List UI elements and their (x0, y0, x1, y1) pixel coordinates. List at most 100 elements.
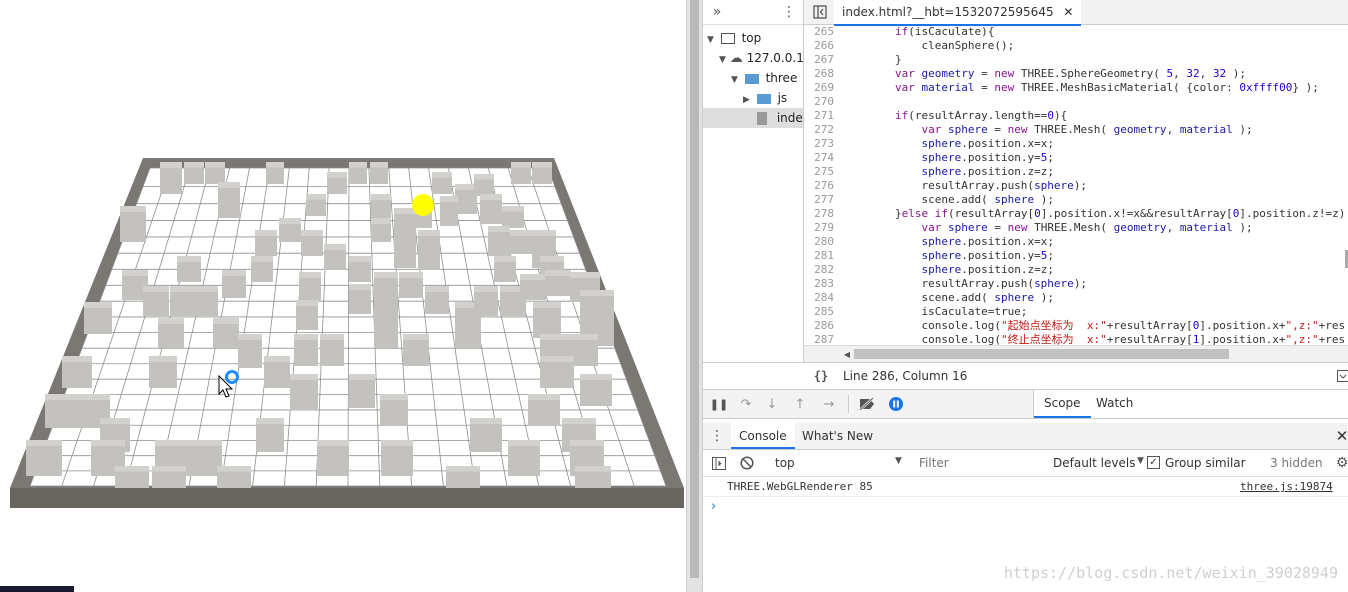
toolbar-divider (848, 395, 849, 413)
obstacle-block-top (205, 162, 225, 168)
message-source-link[interactable]: three.js:19874 (1240, 478, 1333, 496)
line-number[interactable]: 278 (804, 207, 834, 221)
split-scrollbar[interactable] (686, 0, 703, 592)
editor-tabbar: index.html?__hbt=1532072595645 ✕ (804, 0, 1348, 26)
line-number[interactable]: 268 (804, 67, 834, 81)
code-line: 268 var geometry = new THREE.SphereGeome… (804, 67, 1348, 81)
obstacle-block-top (580, 374, 612, 380)
code-line: 265 if(isCaculate){ (804, 25, 1348, 39)
line-text: if(resultArray.length==0){ (894, 109, 1068, 122)
line-number[interactable]: 284 (804, 291, 834, 305)
tab-scope[interactable]: Scope (1034, 390, 1091, 418)
code-area[interactable]: 265 if(isCaculate){266 cleanSphere(); 267… (804, 25, 1348, 345)
line-number[interactable]: 279 (804, 221, 834, 235)
watermark: https://blog.csdn.net/weixin_39028949 (1003, 564, 1338, 582)
line-number[interactable]: 265 (804, 25, 834, 39)
more-tabs-icon[interactable]: » (709, 2, 725, 22)
tab-whats-new[interactable]: What's New (802, 423, 873, 449)
tab-console[interactable]: Console (731, 423, 795, 449)
pause-on-exceptions-icon[interactable] (888, 396, 904, 412)
line-number[interactable]: 282 (804, 263, 834, 277)
filter-input[interactable] (917, 453, 1031, 473)
prompt-chevron-icon[interactable]: › (711, 499, 716, 514)
line-number[interactable]: 271 (804, 109, 834, 123)
obstacle-block-top (349, 374, 375, 380)
line-number[interactable]: 281 (804, 249, 834, 263)
obstacle-block-top (403, 334, 429, 340)
obstacle-block-top (399, 272, 423, 278)
toggle-sidebar-icon[interactable] (1337, 369, 1348, 383)
code-line: 282 sphere.position.z=z; (804, 263, 1348, 277)
deactivate-breakpoints-icon[interactable] (858, 396, 876, 412)
step-icon[interactable]: → (821, 396, 837, 412)
line-number[interactable]: 274 (804, 151, 834, 165)
obstacle-block-top (152, 466, 186, 472)
code-line: 270 (804, 95, 1348, 109)
webgl-canvas[interactable] (0, 0, 686, 592)
line-number[interactable]: 277 (804, 193, 834, 207)
line-text: resultArray.push(sphere); (842, 277, 1088, 290)
clear-console-icon[interactable] (739, 455, 755, 471)
line-number[interactable]: 272 (804, 123, 834, 137)
code-line: 273 sphere.position.x=x; (804, 137, 1348, 151)
tab-watch[interactable]: Watch (1096, 390, 1133, 418)
obstacle-block-top (122, 270, 148, 276)
tree-item-folder-three[interactable]: ▼ three (731, 68, 797, 88)
context-selector[interactable]: top ▼ (765, 450, 910, 476)
line-text: var geometry = new THREE.SphereGeometry(… (894, 67, 1247, 80)
collapse-arrow-icon: ▼ (719, 55, 726, 65)
tree-item-file-index[interactable]: index (703, 108, 803, 128)
obstacle-block-top (494, 256, 516, 262)
tree-item-top[interactable]: ▼ top (707, 28, 761, 48)
line-number[interactable]: 266 (804, 39, 834, 53)
line-number[interactable]: 285 (804, 305, 834, 319)
line-number[interactable]: 270 (804, 95, 834, 109)
line-number[interactable]: 286 (804, 319, 834, 333)
line-number[interactable]: 273 (804, 137, 834, 151)
console-message: THREE.WebGLRenderer 85 three.js:19874 (703, 478, 1348, 497)
obstacle-block-top (306, 194, 326, 200)
line-text: scene.add( sphere ); (842, 193, 1054, 206)
close-drawer-icon[interactable]: ✕ (1335, 427, 1348, 445)
settings-gear-icon[interactable]: ⚙ (1335, 455, 1348, 471)
dropdown-arrow-icon: ▼ (1137, 456, 1144, 466)
scroll-thumb[interactable] (854, 349, 1229, 359)
line-number[interactable]: 267 (804, 53, 834, 67)
step-into-icon[interactable]: ↓ (765, 396, 779, 412)
split-scrollbar-thumb[interactable] (690, 0, 699, 578)
log-levels-dropdown[interactable]: Default levels ▼ (1053, 450, 1144, 476)
tree-label: index (776, 111, 803, 125)
file-icon (757, 112, 767, 125)
kebab-menu-icon[interactable]: ⋮ (781, 2, 797, 22)
line-number[interactable]: 287 (804, 333, 834, 345)
tree-item-folder-js[interactable]: ▶ js (743, 88, 787, 108)
pause-icon[interactable]: ❚❚ (710, 396, 728, 412)
group-similar-toggle[interactable]: ✓ Group similar (1147, 450, 1247, 476)
obstacle-block-top (155, 440, 189, 446)
drawer-menu-icon[interactable]: ⋮ (709, 427, 725, 445)
toggle-navigator-icon[interactable] (812, 4, 828, 20)
editor-hscroll[interactable]: ◀ (804, 345, 1348, 362)
close-icon[interactable]: ✕ (1063, 5, 1073, 19)
line-number[interactable]: 275 (804, 165, 834, 179)
line-number[interactable]: 280 (804, 235, 834, 249)
step-out-icon[interactable]: ↑ (793, 396, 807, 412)
code-line: 275 sphere.position.z=z; (804, 165, 1348, 179)
line-number[interactable]: 283 (804, 277, 834, 291)
line-number[interactable]: 269 (804, 81, 834, 95)
step-over-icon[interactable]: ↷ (737, 396, 755, 412)
checkbox-checked[interactable]: ✓ (1147, 456, 1160, 469)
scroll-left-icon[interactable]: ◀ (842, 346, 852, 362)
obstacle-block-top (381, 440, 413, 446)
editor-tab-index[interactable]: index.html?__hbt=1532072595645 ✕ (834, 0, 1082, 26)
pretty-print-icon[interactable]: {} (813, 367, 829, 385)
obstacle-block-top (370, 162, 388, 168)
obstacle-block-top (488, 226, 510, 232)
line-number[interactable]: 276 (804, 179, 834, 193)
dropdown-arrow-icon: ▼ (895, 456, 902, 466)
obstacle-block-top (575, 466, 611, 472)
obstacle-block-top (194, 286, 218, 292)
obstacle-block-top (170, 286, 194, 292)
tree-item-host[interactable]: ▼ ☁ 127.0.0.1:8 (719, 48, 803, 68)
show-sidebar-icon[interactable] (711, 455, 727, 471)
